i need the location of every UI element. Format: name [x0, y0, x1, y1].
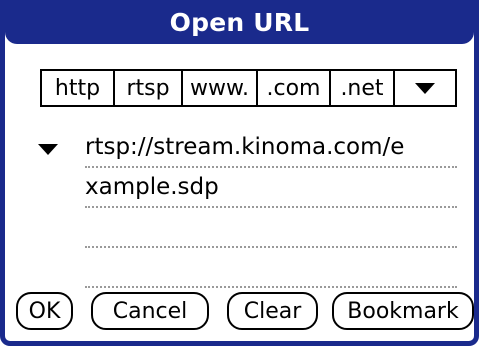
triangle-down-icon — [38, 144, 58, 155]
triangle-down-icon — [415, 82, 435, 94]
shortcut-net-button[interactable]: .net — [331, 71, 395, 105]
shortcut-com-button[interactable]: .com — [258, 71, 331, 105]
ok-button[interactable]: OK — [16, 292, 73, 330]
url-line-3 — [85, 208, 457, 248]
url-input[interactable]: rtsp://stream.kinoma.com/e xample.sdp — [85, 128, 457, 288]
bookmark-button[interactable]: Bookmark — [332, 292, 474, 330]
url-line-1: rtsp://stream.kinoma.com/e — [85, 128, 457, 168]
shortcut-rtsp-button[interactable]: rtsp — [115, 71, 183, 105]
clear-button[interactable]: Clear — [227, 292, 318, 330]
shortcut-more-button[interactable] — [395, 71, 455, 105]
url-line-2: xample.sdp — [85, 168, 457, 208]
cancel-button[interactable]: Cancel — [91, 292, 209, 330]
dialog-title: Open URL — [169, 7, 310, 37]
dialog-titlebar: Open URL — [5, 0, 474, 44]
url-line-4 — [85, 248, 457, 288]
url-shortcut-bar: http rtsp www. .com .net — [40, 69, 457, 107]
url-history-button[interactable] — [38, 144, 58, 155]
shortcut-http-button[interactable]: http — [42, 71, 115, 105]
open-url-dialog: Open URL http rtsp www. .com .net rtsp:/… — [0, 0, 479, 346]
shortcut-www-button[interactable]: www. — [183, 71, 258, 105]
dialog-button-row: OK Cancel Clear Bookmark — [5, 292, 474, 332]
